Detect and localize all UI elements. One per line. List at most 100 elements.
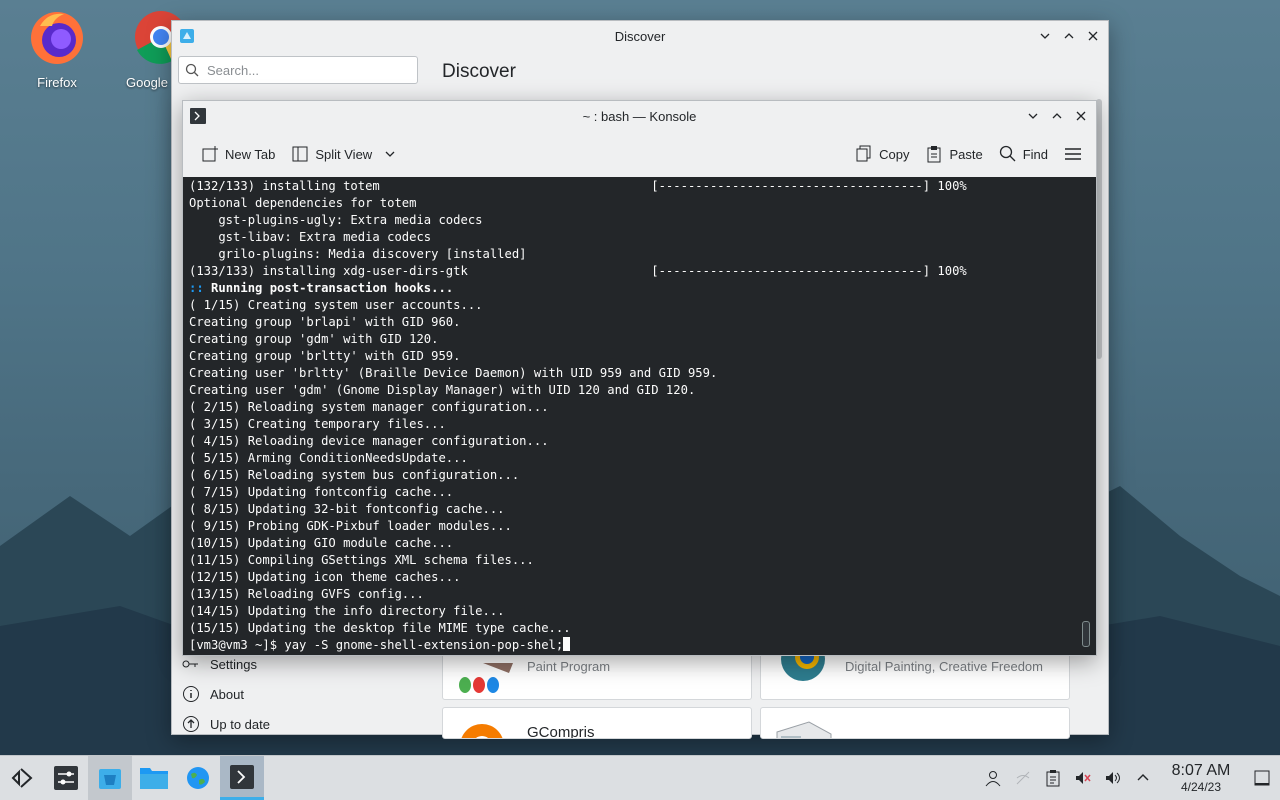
application-launcher[interactable] bbox=[0, 756, 44, 800]
notifications-tray[interactable] bbox=[1068, 756, 1098, 800]
find-button[interactable]: Find bbox=[991, 139, 1056, 169]
konsole-app-icon bbox=[190, 108, 206, 124]
paint-program-icon bbox=[459, 663, 513, 693]
terminal-line: (15/15) Updating the desktop file MIME t… bbox=[189, 621, 571, 635]
discover-search-input[interactable]: Search... bbox=[178, 56, 418, 84]
terminal-line: (13/15) Reloading GVFS config... bbox=[189, 587, 424, 601]
clipboard-tray[interactable] bbox=[1038, 756, 1068, 800]
discover-window-title: Discover bbox=[614, 28, 666, 44]
taskbar-settings[interactable] bbox=[44, 756, 88, 800]
terminal-line: Creating group 'gdm' with GID 120. bbox=[189, 332, 439, 346]
terminal-line: Optional dependencies for totem bbox=[189, 196, 417, 210]
terminal-line: (14/15) Updating the info directory file… bbox=[189, 604, 505, 618]
terminal-line: :: Running post-transaction hooks... bbox=[189, 281, 454, 295]
search-icon bbox=[185, 63, 199, 77]
clock-date: 4/24/23 bbox=[1180, 780, 1222, 794]
close-button[interactable] bbox=[1084, 27, 1102, 45]
copy-button[interactable]: Copy bbox=[847, 139, 917, 169]
split-view-button[interactable]: Split View bbox=[283, 139, 404, 169]
app-card[interactable] bbox=[760, 707, 1070, 739]
show-desktop-icon bbox=[1254, 770, 1270, 786]
copy-icon bbox=[856, 145, 871, 162]
terminal-output[interactable]: (132/133) installing totem [------------… bbox=[183, 177, 1096, 655]
taskbar-konsole[interactable] bbox=[220, 756, 264, 800]
gcompris-icon bbox=[461, 724, 503, 738]
terminal-line: Creating user 'brltty' (Braille Device D… bbox=[189, 366, 718, 380]
terminal-line: Creating user 'gdm' (Gnome Display Manag… bbox=[189, 383, 696, 397]
user-switcher[interactable] bbox=[978, 756, 1008, 800]
terminal-line: ( 7/15) Updating fontconfig cache... bbox=[189, 485, 454, 499]
terminal-line: grilo-plugins: Media discovery [installe… bbox=[189, 247, 527, 261]
taskbar-browser[interactable] bbox=[176, 756, 220, 800]
konsole-window[interactable]: ~ : bash — Konsole New Tab Split View Co… bbox=[182, 100, 1097, 656]
discover-titlebar[interactable]: Discover bbox=[172, 21, 1108, 51]
settings-sliders-icon bbox=[54, 766, 78, 790]
minimize-button[interactable] bbox=[1036, 27, 1054, 45]
copy-label: Copy bbox=[879, 146, 910, 162]
app-card[interactable]: GCompris bbox=[442, 707, 752, 739]
chevron-down-icon bbox=[385, 151, 395, 157]
paste-label: Paste bbox=[949, 146, 983, 162]
tray-expand-button[interactable] bbox=[1128, 756, 1158, 800]
close-button[interactable] bbox=[1072, 107, 1090, 125]
sidebar-item-label: Settings bbox=[210, 656, 257, 672]
system-tray: 8:07 AM 4/24/23 bbox=[978, 756, 1280, 800]
terminal-line: gst-libav: Extra media codecs bbox=[189, 230, 432, 244]
konsole-toolbar: New Tab Split View Copy Paste Find bbox=[183, 131, 1096, 177]
desktop-firefox-label: Firefox bbox=[37, 75, 77, 90]
maximize-button[interactable] bbox=[1048, 107, 1066, 125]
split-view-label: Split View bbox=[315, 146, 373, 162]
app-thumbnail-icon bbox=[776, 721, 832, 738]
volume-tray[interactable] bbox=[1098, 756, 1128, 800]
terminal-prompt[interactable]: [vm3@vm3 ~]$ yay -S gnome-shell-extensio… bbox=[189, 638, 563, 652]
chevron-down-icon bbox=[1028, 113, 1038, 119]
application-launcher-icon bbox=[11, 768, 33, 788]
discover-page-title: Discover bbox=[442, 61, 516, 82]
hamburger-menu-button[interactable] bbox=[1056, 139, 1090, 169]
terminal-line: ( 4/15) Reloading device manager configu… bbox=[189, 434, 549, 448]
terminal-line: ( 2/15) Reloading system manager configu… bbox=[189, 400, 549, 414]
desktop-firefox[interactable]: Firefox bbox=[17, 8, 97, 90]
user-icon bbox=[985, 771, 1001, 787]
terminal-line: gst-plugins-ugly: Extra media codecs bbox=[189, 213, 483, 227]
terminal-line: (133/133) installing xdg-user-dirs-gtk [… bbox=[189, 264, 967, 278]
terminal-line: ( 3/15) Creating temporary files... bbox=[189, 417, 446, 431]
volume-icon bbox=[1106, 772, 1120, 784]
taskbar-file-manager[interactable] bbox=[132, 756, 176, 800]
maximize-button[interactable] bbox=[1060, 27, 1078, 45]
terminal-line: ( 1/15) Creating system user accounts... bbox=[189, 298, 483, 312]
app-card-subtitle: Digital Painting, Creative Freedom bbox=[845, 659, 1043, 674]
network-disconnected-icon bbox=[1016, 771, 1030, 785]
sidebar-item-about[interactable]: About bbox=[172, 679, 424, 709]
new-tab-icon bbox=[202, 146, 218, 162]
browser-globe-icon bbox=[187, 767, 209, 789]
discover-icon bbox=[99, 769, 121, 789]
clock-time: 8:07 AM bbox=[1171, 762, 1231, 779]
terminal-scrollbar[interactable] bbox=[1082, 621, 1090, 647]
terminal-line: (11/15) Compiling GSettings XML schema f… bbox=[189, 553, 534, 567]
info-icon bbox=[183, 686, 199, 702]
konsole-titlebar[interactable]: ~ : bash — Konsole bbox=[183, 101, 1096, 131]
settings-key-icon bbox=[182, 660, 198, 668]
terminal-line: Creating group 'brlapi' with GID 960. bbox=[189, 315, 461, 329]
chevron-down-icon bbox=[1040, 33, 1050, 39]
terminal-line: ( 6/15) Reloading system bus configurati… bbox=[189, 468, 520, 482]
terminal-line: (12/15) Updating icon theme caches... bbox=[189, 570, 461, 584]
new-tab-button[interactable]: New Tab bbox=[193, 139, 283, 169]
network-tray[interactable] bbox=[1008, 756, 1038, 800]
show-desktop-button[interactable] bbox=[1244, 756, 1280, 800]
discover-app-icon bbox=[180, 29, 194, 43]
konsole-icon bbox=[230, 764, 254, 789]
find-label: Find bbox=[1022, 146, 1048, 162]
chevron-up-icon bbox=[1064, 33, 1074, 39]
minimize-button[interactable] bbox=[1024, 107, 1042, 125]
sidebar-item-updates[interactable]: Up to date bbox=[172, 709, 424, 739]
split-view-icon bbox=[292, 146, 308, 162]
konsole-window-title: ~ : bash — Konsole bbox=[582, 108, 697, 124]
close-icon bbox=[1076, 111, 1086, 121]
digital-clock[interactable]: 8:07 AM 4/24/23 bbox=[1158, 762, 1244, 794]
terminal-text: (132/133) installing totem [------------… bbox=[183, 177, 1096, 655]
taskbar-discover[interactable] bbox=[88, 756, 132, 800]
terminal-line: (10/15) Updating GIO module cache... bbox=[189, 536, 454, 550]
paste-button[interactable]: Paste bbox=[917, 139, 990, 169]
